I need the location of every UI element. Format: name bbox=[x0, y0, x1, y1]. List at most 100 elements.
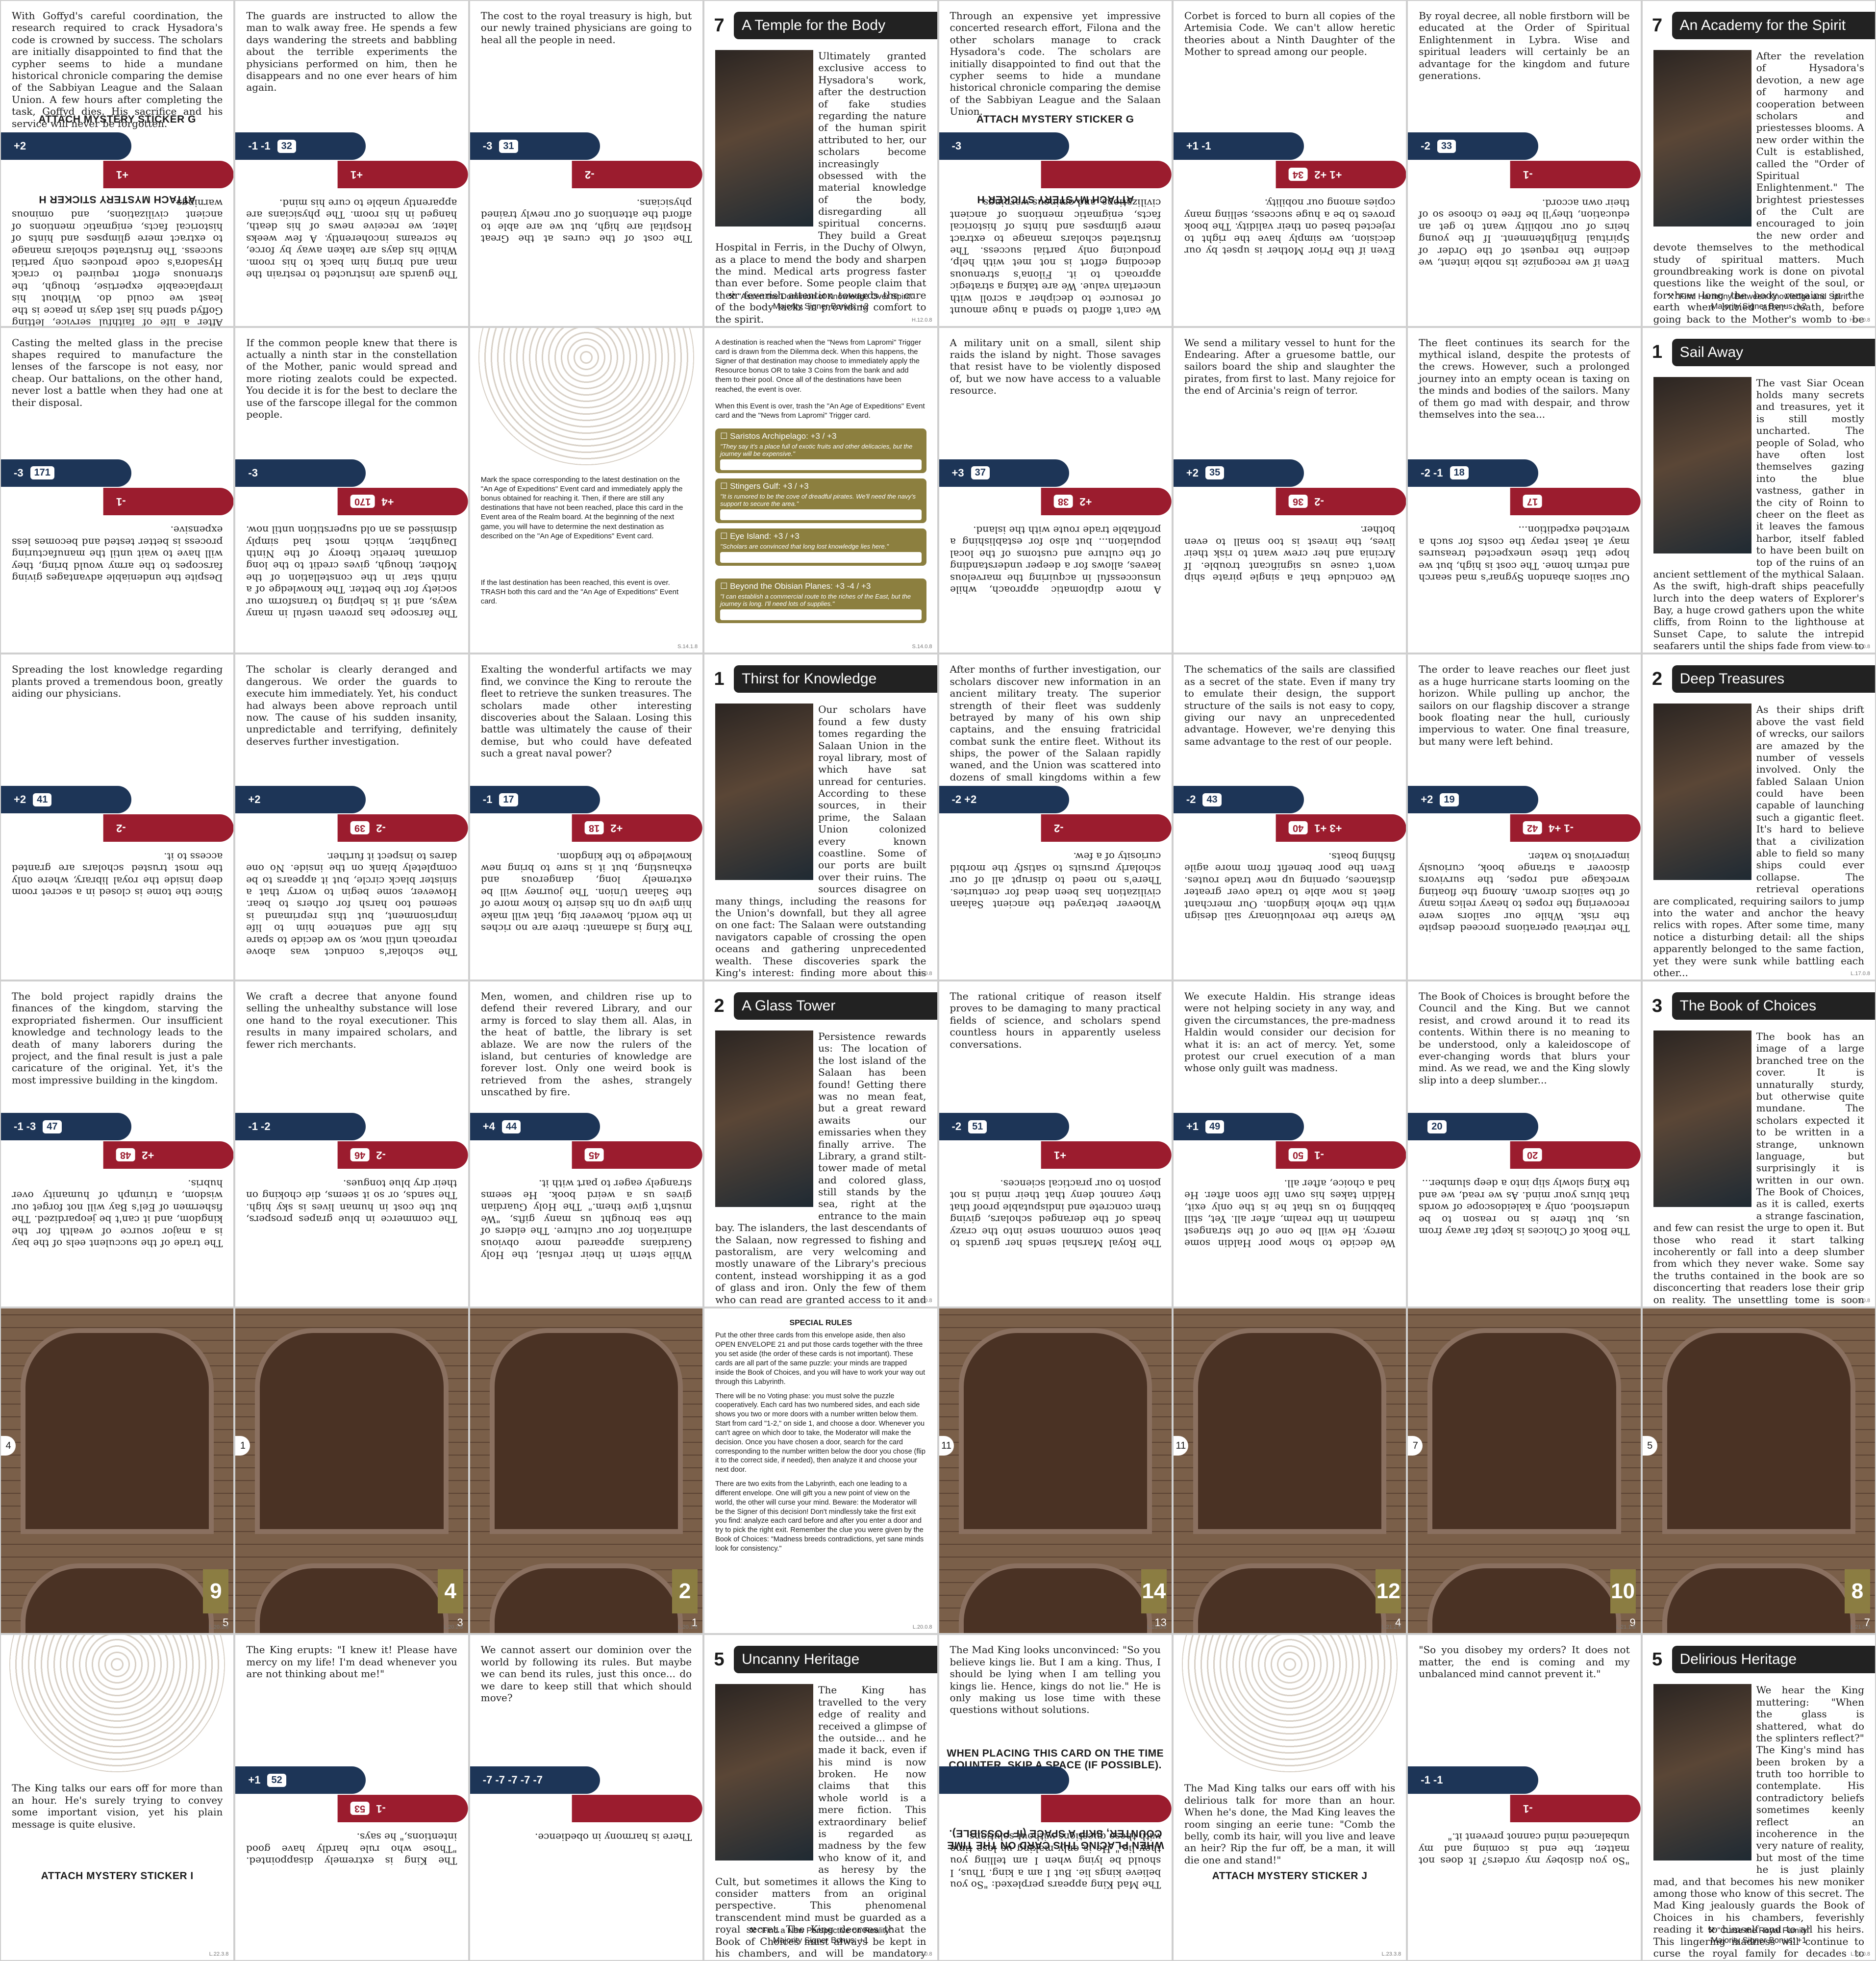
choice-bar-top[interactable]: -7 -7 -7 -7 -7 bbox=[470, 1766, 600, 1794]
card[interactable]: 1411813L.21.3.8 bbox=[939, 1308, 1172, 1634]
card[interactable]: Through an expensive yet impressive conc… bbox=[939, 1, 1172, 326]
choice-bar-top[interactable]: +2 19 bbox=[1408, 786, 1538, 814]
card[interactable]: The Mad King looks unconvinced: "So you … bbox=[939, 1635, 1172, 1960]
choice-bar-bottom[interactable]: -1 bbox=[1510, 161, 1641, 188]
door-top[interactable] bbox=[1427, 1328, 1621, 1534]
choice-bar-top[interactable]: -3 bbox=[235, 459, 366, 487]
door-bottom[interactable] bbox=[1662, 1563, 1855, 1634]
choice-bar-bottom[interactable]: -1 53 bbox=[338, 1795, 468, 1823]
choice-bar-bottom[interactable] bbox=[1041, 1795, 1172, 1823]
card[interactable]: We cannot assert our dominion over the w… bbox=[470, 1635, 703, 1960]
choice-bar-top[interactable]: -2 33 bbox=[1408, 132, 1538, 160]
card[interactable]: 10 7 9 L.21.1.8 bbox=[1408, 1308, 1641, 1634]
choice-bar-top[interactable]: -1 17 bbox=[470, 786, 600, 814]
choice-bar-bottom[interactable]: +2 38 bbox=[1041, 487, 1172, 515]
door-top[interactable] bbox=[255, 1328, 449, 1534]
card[interactable]: 2 Deep Treasures As their ships drift abov… bbox=[1642, 654, 1875, 980]
choice-bar-bottom[interactable]: +1 bbox=[103, 161, 234, 188]
card[interactable]: SPECIAL RULES Put the other three cards f… bbox=[704, 1308, 937, 1634]
choice-bar-top[interactable]: -3 31 bbox=[470, 132, 600, 160]
card[interactable]: Corbet is forced to burn all copies of t… bbox=[1173, 1, 1406, 326]
door-top[interactable] bbox=[1193, 1328, 1387, 1534]
card[interactable]: The bold project rapidly drains the fina… bbox=[1, 981, 234, 1307]
door-bottom[interactable] bbox=[1193, 1563, 1387, 1634]
choice-bar-bottom[interactable]: -2 bbox=[1041, 814, 1172, 842]
choice-bar-bottom[interactable]: -2 bbox=[103, 814, 234, 842]
choice-bar-top[interactable]: -2 51 bbox=[939, 1113, 1070, 1140]
choice-bar-top[interactable]: +2 bbox=[235, 786, 366, 814]
card[interactable]: Exalting the wonderful artifacts we may … bbox=[470, 654, 703, 980]
choice-bar-bottom[interactable]: +4 170 bbox=[338, 487, 468, 515]
door-bottom[interactable] bbox=[1427, 1563, 1621, 1634]
door-bottom[interactable] bbox=[489, 1563, 683, 1634]
card[interactable]: 7 An Academy for the Spirit After the reve… bbox=[1642, 1, 1875, 326]
card[interactable]: A destination is reached when the "News … bbox=[704, 327, 937, 653]
signer-write-line[interactable] bbox=[720, 552, 922, 563]
destination-row[interactable]: ☐ Saristos Archipelago: +3 / +3 "They say… bbox=[715, 428, 926, 473]
choice-bar-bottom[interactable]: +3 +1 40 bbox=[1276, 814, 1406, 842]
door-top[interactable] bbox=[21, 1328, 214, 1534]
card[interactable]: The King talks our ears off for more tha… bbox=[1, 1635, 234, 1960]
choice-bar-top[interactable]: +3 37 bbox=[939, 459, 1070, 487]
choice-bar-bottom[interactable] bbox=[572, 1795, 703, 1823]
choice-bar-bottom[interactable]: -1 50 bbox=[1276, 1141, 1406, 1169]
card[interactable]: 2221L.20.1.8 bbox=[470, 1308, 703, 1634]
choice-bar-bottom[interactable]: -2 39 bbox=[338, 814, 468, 842]
choice-bar-bottom[interactable]: 45 bbox=[572, 1141, 703, 1169]
card[interactable]: A military unit on a small, silent ship … bbox=[939, 327, 1172, 653]
choice-bar-bottom[interactable]: -1 +4 42 bbox=[1510, 814, 1641, 842]
door-top[interactable] bbox=[1662, 1328, 1855, 1534]
choice-bar-bottom[interactable]: -1 bbox=[103, 487, 234, 515]
destination-row[interactable]: ☐ Beyond the Obisian Planes: +3 -4 / +3 "… bbox=[715, 578, 926, 623]
destination-row[interactable]: ☐ Stingers Gulf: +3 / +3 "It is rumored t… bbox=[715, 478, 926, 523]
card[interactable]: After months of further investigation, o… bbox=[939, 654, 1172, 980]
door-top[interactable] bbox=[489, 1328, 683, 1534]
card[interactable]: The schematics of the sails are classifi… bbox=[1173, 654, 1406, 980]
choice-bar-top[interactable]: -3 bbox=[939, 132, 1070, 160]
card[interactable]: Spreading the lost knowledge regarding p… bbox=[1, 654, 234, 980]
choice-bar-bottom[interactable]: +2 48 bbox=[103, 1141, 234, 1169]
card[interactable]: The Mad King talks our ears off with his… bbox=[1173, 1635, 1406, 1960]
choice-bar-top[interactable]: +1 -1 bbox=[1173, 132, 1304, 160]
card[interactable]: 3 The Book of Choices The book has an imag… bbox=[1642, 981, 1875, 1307]
card[interactable]: Casting the melted glass in the precise … bbox=[1, 327, 234, 653]
card[interactable]: The King erupts: "I knew it! Please have… bbox=[235, 1635, 468, 1960]
choice-bar-bottom[interactable]: 17 bbox=[1510, 487, 1641, 515]
choice-bar-bottom[interactable]: 20 bbox=[1510, 1141, 1641, 1169]
choice-bar-top[interactable]: 20 bbox=[1408, 1113, 1538, 1140]
card[interactable]: 1 Thirst for Knowledge Our scholars have f… bbox=[704, 654, 937, 980]
choice-bar-top[interactable]: -1 -2 bbox=[235, 1113, 366, 1140]
card[interactable]: By royal decree, all noble firstborn wil… bbox=[1408, 1, 1641, 326]
card[interactable]: The order to leave reaches our fleet jus… bbox=[1408, 654, 1641, 980]
choice-bar-top[interactable]: -1 -1 32 bbox=[235, 132, 366, 160]
card[interactable]: If the common people knew that there is … bbox=[235, 327, 468, 653]
card[interactable]: The rational critique of reason itself p… bbox=[939, 981, 1172, 1307]
card[interactable]: 9485L.20.3.8 bbox=[1, 1308, 234, 1634]
card[interactable]: 1211104L.21.2.8 bbox=[1173, 1308, 1406, 1634]
choice-bar-top[interactable]: -1 -1 bbox=[1408, 1766, 1538, 1794]
card[interactable]: Mark the space corresponding to the late… bbox=[470, 327, 703, 653]
choice-bar-bottom[interactable]: -2 bbox=[572, 161, 703, 188]
choice-bar-bottom[interactable]: +1 bbox=[338, 161, 468, 188]
card[interactable]: The Book of Choices is brought before th… bbox=[1408, 981, 1641, 1307]
card[interactable]: With Goffyd's careful coordination, the … bbox=[1, 1, 234, 326]
choice-bar-top[interactable]: +2 41 bbox=[1, 786, 131, 814]
choice-bar-top[interactable]: +1 52 bbox=[235, 1766, 366, 1794]
choice-bar-bottom[interactable]: -2 46 bbox=[338, 1141, 468, 1169]
card[interactable]: 2 A Glass Tower Persistence rewards us: Th… bbox=[704, 981, 937, 1307]
card[interactable]: The cost to the royal treasury is high, … bbox=[470, 1, 703, 326]
card[interactable]: 1 Sail Away The vast Siar Ocean holds many… bbox=[1642, 327, 1875, 653]
choice-bar-top[interactable]: -2 -1 18 bbox=[1408, 459, 1538, 487]
choice-bar-top[interactable]: +2 bbox=[1, 132, 131, 160]
card[interactable]: 4153L.20.2.8 bbox=[235, 1308, 468, 1634]
choice-bar-top[interactable]: -2 +2 bbox=[939, 786, 1070, 814]
choice-bar-top[interactable]: -1 -3 47 bbox=[1, 1113, 131, 1140]
choice-bar-top[interactable]: -3 171 bbox=[1, 459, 131, 487]
choice-bar-bottom[interactable] bbox=[1041, 161, 1172, 188]
card[interactable]: Men, women, and children rise up to defe… bbox=[470, 981, 703, 1307]
signer-write-line[interactable] bbox=[720, 609, 922, 620]
choice-bar-top[interactable] bbox=[939, 1766, 1070, 1794]
card[interactable]: 5 Delirious Heritage We hear the King mutt… bbox=[1642, 1635, 1875, 1960]
choice-bar-bottom[interactable]: +1 +2 34 bbox=[1276, 161, 1406, 188]
choice-bar-top[interactable]: +1 49 bbox=[1173, 1113, 1304, 1140]
